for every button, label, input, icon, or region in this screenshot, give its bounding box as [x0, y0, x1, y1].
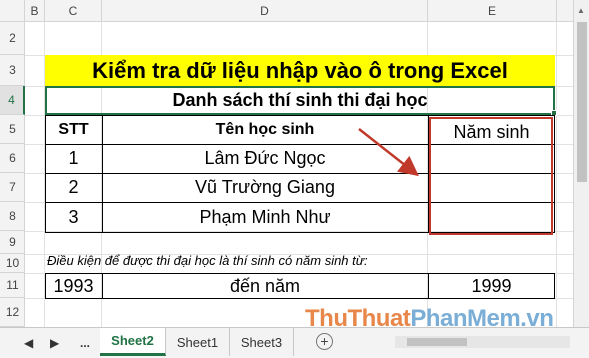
list-subtitle[interactable]: Danh sách thí sinh thi đại học [45, 86, 555, 115]
table-cell-stt[interactable]: 2 [45, 173, 102, 202]
row-header-6[interactable]: 6 [0, 144, 25, 173]
tab-sheet1[interactable]: Sheet1 [166, 328, 230, 356]
column-header-b[interactable]: B [25, 0, 45, 22]
row-header-4[interactable]: 4 [0, 86, 25, 115]
header-stt[interactable]: STT [45, 115, 102, 144]
tab-sheet3[interactable]: Sheet3 [230, 328, 294, 356]
table-cell-stt[interactable]: 1 [45, 144, 102, 173]
table-cell-name[interactable]: Phạm Minh Như [102, 202, 428, 233]
site-watermark: ThuThuatPhanMem.vn [305, 305, 554, 332]
row-header-5[interactable]: 5 [0, 115, 25, 144]
row-header-11[interactable]: 11 [0, 273, 25, 298]
row-header-12[interactable]: 12 [0, 298, 25, 327]
row-header-10[interactable]: 10 [0, 254, 25, 273]
vertical-scrollbar[interactable]: ▲ [573, 0, 589, 327]
sheet-title[interactable]: Kiểm tra dữ liệu nhập vào ô trong Excel [45, 55, 555, 86]
row-header-3[interactable]: 3 [0, 55, 25, 86]
table-cell-stt[interactable]: 3 [45, 202, 102, 233]
row-header-7[interactable]: 7 [0, 173, 25, 202]
column-header-bar: B C D E [0, 0, 573, 22]
horizontal-scroll-thumb[interactable] [407, 338, 467, 346]
more-sheets-button[interactable]: ... [80, 336, 90, 350]
column-header-c[interactable]: C [45, 0, 102, 22]
tab-sheet2[interactable]: Sheet2 [100, 328, 166, 356]
range-to-year[interactable]: 1999 [428, 273, 555, 299]
column-header-e[interactable]: E [428, 0, 557, 22]
range-connector-label[interactable]: đến năm [102, 273, 428, 299]
vertical-scroll-thumb[interactable] [577, 22, 587, 182]
select-all-corner[interactable] [0, 0, 25, 22]
row-header-2[interactable]: 2 [0, 22, 25, 55]
pointer-arrow-icon [358, 128, 419, 177]
row-header-9[interactable]: 9 [0, 231, 25, 254]
birth-year-highlight-box [429, 117, 553, 235]
column-header-d[interactable]: D [102, 0, 428, 22]
condition-note[interactable]: Điều kiện để được thi đại học là thí sin… [47, 253, 368, 268]
next-sheet-icon[interactable]: ▶ [50, 336, 59, 350]
row-header-8[interactable]: 8 [0, 202, 25, 231]
add-sheet-icon[interactable]: + [316, 333, 333, 350]
row-header-bar: 2 3 4 5 6 7 8 9 10 11 12 [0, 22, 25, 327]
scroll-up-icon[interactable]: ▲ [577, 6, 585, 15]
horizontal-scrollbar[interactable] [395, 336, 570, 348]
range-from-year[interactable]: 1993 [45, 273, 102, 299]
prev-sheet-icon[interactable]: ◀ [24, 336, 33, 350]
